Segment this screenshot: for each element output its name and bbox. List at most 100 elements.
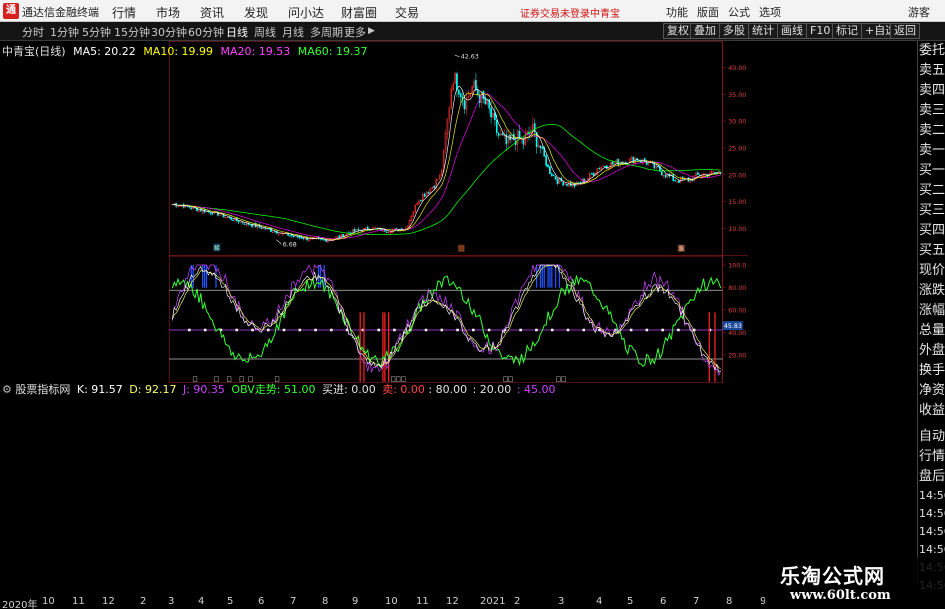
mark-button[interactable]: 标记 bbox=[832, 23, 862, 39]
side-item-9[interactable]: 买四 bbox=[918, 221, 945, 241]
side-mode-1[interactable]: 行情 bbox=[918, 447, 945, 467]
period-multi[interactable]: 多周期 bbox=[310, 24, 343, 40]
period-daily[interactable]: 日线 bbox=[226, 24, 248, 40]
date-label: 12 bbox=[446, 596, 459, 607]
menu-layout[interactable]: 版面 bbox=[697, 4, 719, 20]
side-item-14[interactable]: 总量 bbox=[918, 321, 945, 341]
date-label: 8 bbox=[726, 596, 733, 607]
menu-wealth[interactable]: 财富圈 bbox=[341, 4, 377, 21]
side-item-13[interactable]: 涨幅 bbox=[918, 301, 945, 321]
f10-button[interactable]: F10 bbox=[806, 23, 835, 39]
date-label: 2021 bbox=[480, 596, 506, 607]
side-item-18[interactable]: 收益 bbox=[918, 401, 945, 421]
candle-body bbox=[475, 80, 477, 91]
level-45-dot bbox=[282, 328, 286, 332]
price-axis: 40.00 35.00 30.00 25.00 20.00 15.00 10.00 bbox=[722, 65, 746, 233]
period-15min[interactable]: 15分钟 bbox=[114, 24, 150, 40]
menu-function[interactable]: 功能 bbox=[666, 4, 688, 20]
candle-body bbox=[302, 237, 305, 239]
gear-icon[interactable]: ⚙ bbox=[2, 383, 12, 396]
period-1min[interactable]: 1分钟 bbox=[50, 24, 79, 40]
menu-bar: 通 通达信金融终端 行情 市场 资讯 发现 问小达 财富圈 交易 证券交易未登录… bbox=[0, 0, 945, 22]
candle-body bbox=[353, 228, 356, 232]
side-item-15[interactable]: 外盘 bbox=[918, 341, 945, 361]
buy-signal-bar bbox=[547, 265, 549, 288]
sell-value: 卖: 0.00 bbox=[382, 383, 425, 396]
draw-line-button[interactable]: 画线 bbox=[777, 23, 807, 39]
candle-body bbox=[611, 161, 614, 165]
more-arrow-icon[interactable]: ▶ bbox=[368, 26, 375, 36]
menu-xiaoda[interactable]: 问小达 bbox=[288, 4, 324, 21]
side-item-0[interactable]: 委托 bbox=[918, 41, 945, 61]
price-tick-label: 20.00 bbox=[728, 172, 746, 179]
candle-body bbox=[298, 236, 301, 238]
menu-quotes[interactable]: 行情 bbox=[112, 4, 136, 21]
price-tick-label: 15.00 bbox=[728, 199, 746, 206]
level-45-dot bbox=[266, 328, 270, 332]
menu-options[interactable]: 选项 bbox=[759, 4, 781, 20]
candle-body bbox=[541, 146, 544, 149]
menu-market[interactable]: 市场 bbox=[156, 4, 180, 21]
period-30min[interactable]: 30分钟 bbox=[151, 24, 187, 40]
user-guest[interactable]: 游客 bbox=[908, 4, 930, 20]
ind-tick-label: 80.00 bbox=[728, 285, 746, 292]
candle-body bbox=[270, 228, 272, 232]
date-label: 4 bbox=[596, 596, 603, 607]
side-mode-2[interactable]: 盘后 bbox=[918, 467, 945, 487]
kline-chart[interactable]: 40.00 35.00 30.00 25.00 20.00 15.00 10.00 42.6… bbox=[0, 41, 917, 383]
k-line bbox=[172, 264, 721, 373]
side-item-12[interactable]: 涨跌 bbox=[918, 281, 945, 301]
side-item-3[interactable]: 卖三 bbox=[918, 101, 945, 121]
period-5min[interactable]: 5分钟 bbox=[82, 24, 111, 40]
period-toolbar: 分时 1分钟 5分钟 15分钟 30分钟 60分钟 日线 周线 月线 多周期 更… bbox=[0, 22, 945, 41]
candle-body bbox=[228, 216, 231, 218]
side-item-5[interactable]: 卖一 bbox=[918, 141, 945, 161]
candle-body bbox=[556, 179, 559, 184]
menu-news[interactable]: 资讯 bbox=[200, 4, 224, 21]
side-item-11[interactable]: 现价 bbox=[918, 261, 945, 281]
side-item-16[interactable]: 换手 bbox=[918, 361, 945, 381]
indicator-axis: 100.0 80.00 60.00 40.00 20.00 bbox=[722, 263, 746, 359]
candle-body bbox=[497, 133, 500, 136]
overlay-button[interactable]: 叠加 bbox=[690, 23, 720, 39]
multi-stock-button[interactable]: 多股 bbox=[719, 23, 749, 39]
side-item-10[interactable]: 买五 bbox=[918, 241, 945, 261]
menu-formula[interactable]: 公式 bbox=[728, 4, 750, 20]
level-45-dot bbox=[472, 328, 475, 332]
level-45-dot bbox=[661, 328, 664, 332]
login-warning[interactable]: 证券交易未登录 bbox=[520, 5, 590, 20]
low-price-pointer bbox=[276, 239, 282, 245]
indicator-name[interactable]: 股票指标网 bbox=[15, 383, 70, 396]
adjust-button[interactable]: 复权 bbox=[663, 23, 693, 39]
side-mode-0[interactable]: 自动 bbox=[918, 427, 945, 447]
period-monthly[interactable]: 月线 bbox=[282, 24, 304, 40]
period-more[interactable]: 更多 bbox=[344, 24, 366, 40]
candle-body bbox=[273, 231, 276, 233]
side-item-6[interactable]: 买一 bbox=[918, 161, 945, 181]
period-intraday[interactable]: 分时 bbox=[22, 24, 44, 40]
stats-button[interactable]: 统计 bbox=[748, 23, 778, 39]
period-weekly[interactable]: 周线 bbox=[254, 24, 276, 40]
side-item-7[interactable]: 买二 bbox=[918, 181, 945, 201]
candle-body bbox=[232, 219, 234, 221]
date-label: 2020年 bbox=[2, 600, 38, 609]
buy-signal-bar bbox=[551, 265, 553, 288]
side-item-4[interactable]: 卖二 bbox=[918, 121, 945, 141]
watermark-title: 乐淘公式网 bbox=[780, 564, 885, 588]
side-item-8[interactable]: 买三 bbox=[918, 201, 945, 221]
sell-signal-bar bbox=[714, 312, 716, 382]
tick-time-2: 14:56 bbox=[919, 525, 945, 538]
price-panel-frame bbox=[169, 41, 723, 257]
date-label: 5 bbox=[227, 596, 234, 607]
back-button[interactable]: 返回 bbox=[890, 23, 920, 39]
side-item-17[interactable]: 净资 bbox=[918, 381, 945, 401]
menu-discover[interactable]: 发现 bbox=[244, 4, 268, 21]
side-item-1[interactable]: 卖五 bbox=[918, 61, 945, 81]
side-item-2[interactable]: 卖四 bbox=[918, 81, 945, 101]
candle-body bbox=[661, 170, 663, 176]
candle-body bbox=[533, 123, 536, 132]
menu-trade[interactable]: 交易 bbox=[395, 4, 419, 21]
candle-body bbox=[697, 172, 699, 175]
period-60min[interactable]: 60分钟 bbox=[188, 24, 224, 40]
candle-body bbox=[566, 183, 568, 186]
